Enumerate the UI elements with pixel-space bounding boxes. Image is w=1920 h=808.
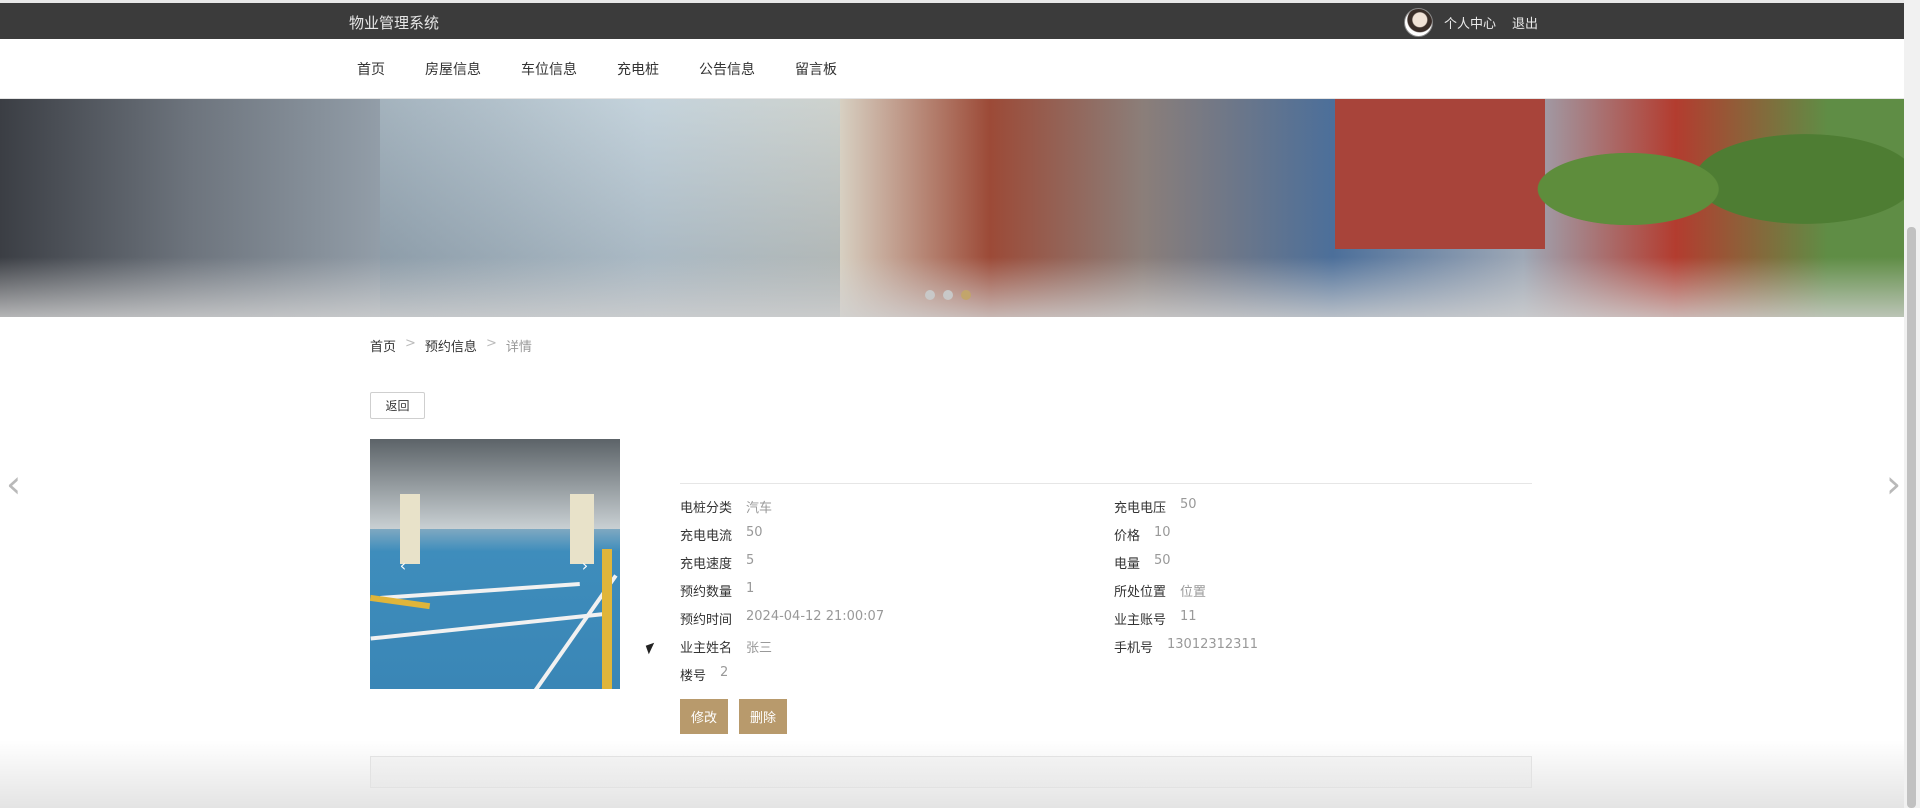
field-reservation-time: 预约时间 2024-04-12 21:00:07 bbox=[680, 609, 885, 628]
breadcrumb-section[interactable]: 预约信息 bbox=[425, 336, 477, 355]
field-price: 价格 10 bbox=[1114, 525, 1171, 544]
field-phone: 手机号 13012312311 bbox=[1114, 637, 1258, 656]
user-center-link[interactable]: 个人中心 bbox=[1444, 13, 1496, 32]
field-charging-speed: 充电速度 5 bbox=[680, 553, 755, 572]
parking-photo: ‹ › bbox=[370, 439, 620, 689]
carousel-dot-1[interactable] bbox=[925, 290, 935, 300]
nav-item-charging-pile[interactable]: 充电桩 bbox=[617, 59, 659, 79]
delete-button[interactable]: 删除 bbox=[739, 699, 787, 734]
back-button[interactable]: 返回 bbox=[370, 392, 425, 419]
breadcrumb-home[interactable]: 首页 bbox=[370, 336, 396, 355]
nav-item-announcement[interactable]: 公告信息 bbox=[699, 59, 755, 79]
site-title: 物业管理系统 bbox=[349, 14, 440, 32]
logout-link[interactable]: 退出 bbox=[1512, 13, 1538, 32]
nav-item-parking-info[interactable]: 车位信息 bbox=[521, 59, 577, 79]
main-nav: 首页 房屋信息 车位信息 充电桩 公告信息 留言板 bbox=[0, 39, 1904, 99]
avatar[interactable] bbox=[1404, 7, 1433, 37]
field-charging-current: 充电电流 50 bbox=[680, 525, 763, 544]
field-power: 电量 50 bbox=[1114, 553, 1171, 572]
gallery-prev-icon[interactable]: ‹ bbox=[394, 554, 412, 576]
field-owner-account: 业主账号 11 bbox=[1114, 609, 1197, 628]
breadcrumb-separator: > bbox=[485, 336, 497, 351]
breadcrumb: 首页 > 预约信息 > 详情 bbox=[370, 336, 532, 355]
field-pile-category: 电桩分类 汽车 bbox=[680, 501, 773, 516]
next-arrow-icon[interactable]: › bbox=[1886, 462, 1901, 506]
carousel-dots bbox=[925, 290, 979, 300]
scrollbar-thumb[interactable] bbox=[1907, 227, 1916, 808]
field-location: 所处位置 位置 bbox=[1114, 585, 1207, 600]
gallery-next-icon[interactable]: › bbox=[576, 554, 594, 576]
nav-item-home[interactable]: 首页 bbox=[357, 59, 385, 79]
info-divider bbox=[680, 483, 1532, 484]
prev-arrow-icon[interactable]: ‹ bbox=[6, 462, 21, 506]
field-owner-name: 业主姓名 张三 bbox=[680, 641, 773, 656]
nav-item-house-info[interactable]: 房屋信息 bbox=[425, 59, 481, 79]
breadcrumb-current: 详情 bbox=[505, 340, 532, 355]
banner-carousel[interactable] bbox=[0, 99, 1904, 317]
carousel-dot-3[interactable] bbox=[961, 290, 971, 300]
edit-button[interactable]: 修改 bbox=[680, 699, 728, 734]
user-area: 个人中心 退出 bbox=[1404, 7, 1554, 37]
breadcrumb-separator: > bbox=[405, 336, 416, 351]
field-reservation-count: 预约数量 1 bbox=[680, 581, 755, 600]
carousel-dot-2[interactable] bbox=[943, 290, 953, 300]
field-charging-voltage: 充电电压 50 bbox=[1114, 497, 1197, 516]
mouse-cursor-icon bbox=[645, 642, 658, 655]
field-building-number: 楼号 2 bbox=[680, 665, 729, 684]
top-bar: 物业管理系统 个人中心 退出 bbox=[0, 0, 1904, 39]
nav-item-message-board[interactable]: 留言板 bbox=[795, 59, 837, 79]
